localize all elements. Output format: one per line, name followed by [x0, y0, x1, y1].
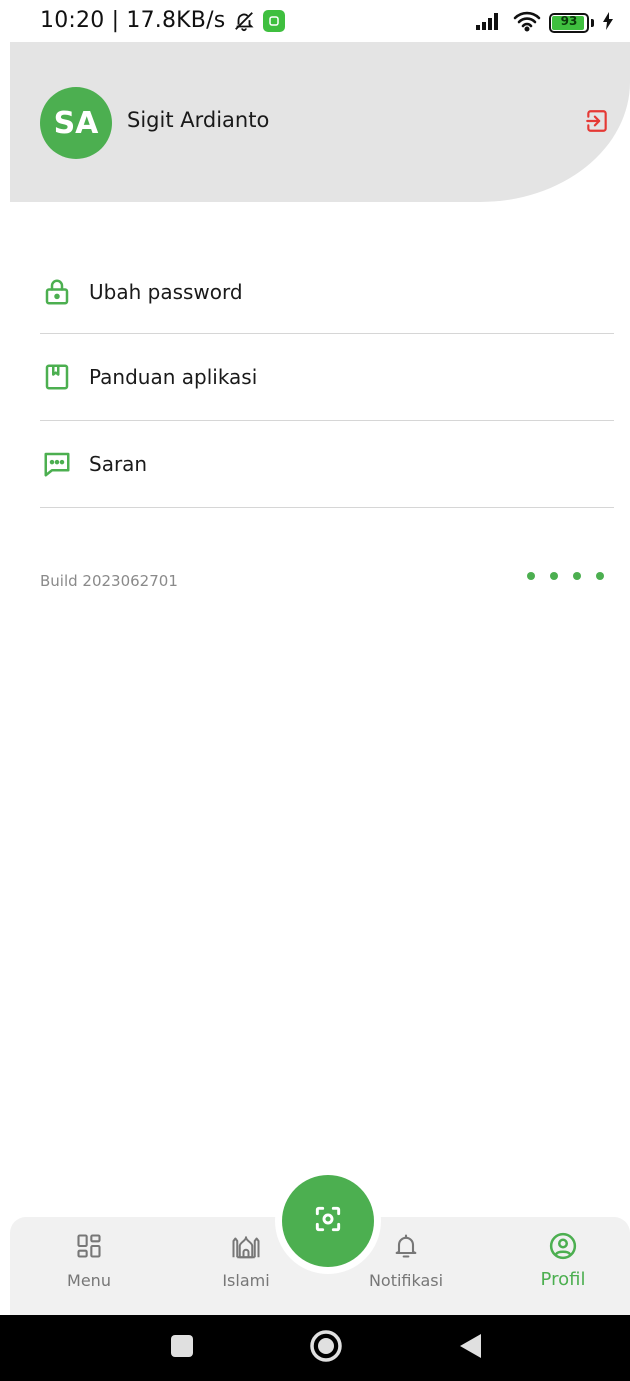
scan-icon: [312, 1203, 344, 1239]
build-version: Build 2023062701: [40, 572, 178, 590]
nav-label: Islami: [222, 1271, 270, 1290]
menu-item-feedback[interactable]: Saran: [40, 421, 614, 508]
dot-icon: [527, 572, 535, 580]
nav-label: Menu: [67, 1271, 111, 1290]
logout-button[interactable]: [582, 108, 612, 138]
menu-item-app-guide[interactable]: Panduan aplikasi: [40, 334, 614, 421]
avatar: SA: [40, 87, 112, 159]
back-button[interactable]: [450, 1328, 490, 1368]
bell-icon: [389, 1229, 423, 1263]
square-icon: [169, 1333, 195, 1363]
status-left: 10:20 | 17.8KB/s: [40, 8, 286, 33]
menu-item-label: Panduan aplikasi: [89, 365, 258, 389]
dot-icon: [573, 572, 581, 580]
menu-item-label: Ubah password: [89, 279, 243, 304]
nav-item-profil[interactable]: Profil: [513, 1229, 613, 1309]
charging-icon: [602, 11, 614, 35]
wifi-icon: [513, 10, 541, 36]
user-circle-icon: [546, 1229, 580, 1263]
battery-tip: [591, 19, 594, 27]
mute-bell-icon: [233, 10, 255, 32]
status-time-speed: 10:20 | 17.8KB/s: [40, 8, 226, 33]
mosque-icon: [229, 1229, 263, 1263]
dot-icon: [596, 572, 604, 580]
recents-button[interactable]: [162, 1328, 202, 1368]
profile-header: SA Sigit Ardianto: [10, 42, 630, 202]
nav-label: Profil: [540, 1269, 586, 1290]
system-navigation-bar: [0, 1315, 630, 1381]
dot-icon: [550, 572, 558, 580]
lock-icon: [40, 275, 74, 309]
menu-item-label: Saran: [89, 452, 148, 476]
settings-menu-list: Ubah password Panduan aplikasi Saran: [40, 250, 614, 508]
battery-level: 93: [560, 14, 578, 28]
user-name: Sigit Ardianto: [127, 108, 270, 132]
scan-button[interactable]: [282, 1175, 374, 1267]
app-notification-icon: [263, 9, 286, 32]
triangle-back-icon: [457, 1332, 483, 1364]
menu-item-change-password[interactable]: Ubah password: [40, 250, 614, 334]
signal-icon: [475, 11, 505, 35]
status-right: 93: [475, 10, 614, 36]
nav-label: Notifikasi: [368, 1271, 444, 1290]
circle-icon: [309, 1329, 343, 1367]
book-icon: [40, 360, 74, 394]
status-bar: 10:20 | 17.8KB/s 93: [0, 0, 630, 42]
home-button[interactable]: [306, 1328, 346, 1368]
battery-icon: 93: [549, 13, 589, 33]
chat-icon: [40, 447, 74, 481]
grid-icon: [72, 1229, 106, 1263]
logout-icon: [584, 108, 610, 138]
nav-item-menu[interactable]: Menu: [39, 1229, 139, 1309]
more-options-dots[interactable]: [527, 572, 604, 580]
